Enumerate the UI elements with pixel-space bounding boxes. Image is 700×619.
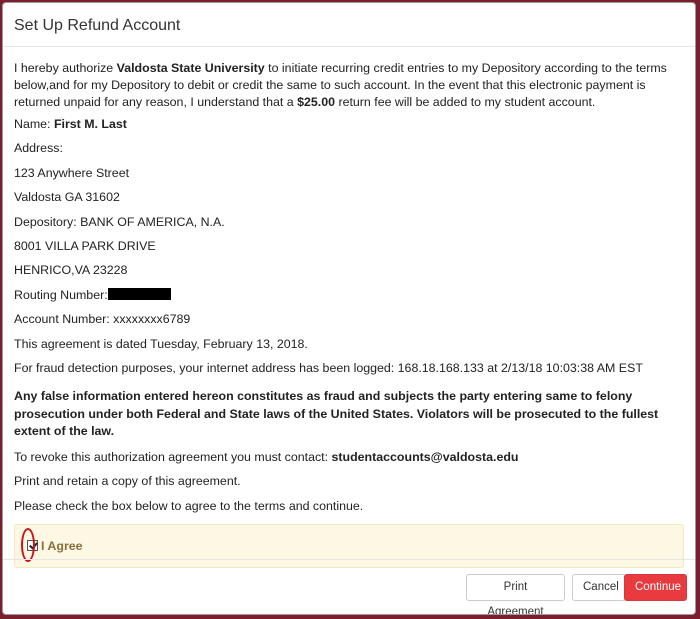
authorization-paragraph: I hereby authorize Valdosta State Univer… — [14, 60, 684, 111]
address-line-2: Valdosta GA 31602 — [14, 190, 120, 205]
dialog-footer: Print Agreement Cancel Continue — [3, 559, 695, 614]
name-label: Name: — [14, 117, 54, 131]
continue-button[interactable]: Continue — [624, 574, 687, 601]
name-value: First M. Last — [53, 117, 127, 131]
university-name: Valdosta State University — [116, 61, 265, 75]
dialog-title: Set Up Refund Account — [14, 17, 181, 34]
depository-name: Depository: BANK OF AMERICA, N.A. — [14, 214, 225, 229]
return-fee: $25.00 — [297, 95, 336, 109]
address-label: Address: — [14, 141, 63, 156]
agree-checkbox[interactable] — [27, 540, 38, 552]
agree-label-text: I Agree — [41, 538, 83, 553]
check-instruction: Please check the box below to agree to t… — [14, 498, 364, 513]
redacted-routing-number — [107, 287, 171, 300]
depository-address-1: 8001 VILLA PARK DRIVE — [14, 238, 156, 253]
print-notice: Print and retain a copy of this agreemen… — [14, 474, 241, 489]
dialog-body: I hereby authorize Valdosta State Univer… — [3, 47, 695, 568]
revoke-email: studentaccounts@valdosta.edu — [331, 449, 519, 464]
routing-number-line: Routing Number: — [14, 287, 684, 311]
cancel-button[interactable]: Cancel — [572, 574, 626, 601]
agree-checkbox-label[interactable]: I Agree — [27, 538, 83, 554]
address-line-1: 123 Anywhere Street — [14, 165, 130, 180]
print-agreement-button[interactable]: Print Agreement — [466, 574, 565, 614]
depository-address-2: HENRICO,VA 23228 — [14, 263, 128, 278]
refund-account-dialog: Set Up Refund Account I hereby authorize… — [2, 2, 696, 615]
agreement-date: This agreement is dated Tuesday, Februar… — [14, 336, 308, 351]
intro-text-3: return fee will be added to my student a… — [335, 95, 596, 109]
fraud-warning: Any false information entered hereon con… — [14, 389, 659, 439]
fraud-detection-notice: For fraud detection purposes, your inter… — [14, 360, 643, 375]
name-line: Name: First M. Last — [14, 116, 684, 140]
account-number: Account Number: xxxxxxxx6789 — [14, 312, 191, 327]
dialog-header: Set Up Refund Account — [3, 3, 695, 47]
revoke-text: To revoke this authorization agreement y… — [14, 449, 332, 464]
intro-text-1: I hereby authorize — [14, 61, 117, 75]
revoke-line: To revoke this authorization agreement y… — [14, 449, 684, 473]
routing-number-label: Routing Number: — [14, 287, 108, 302]
